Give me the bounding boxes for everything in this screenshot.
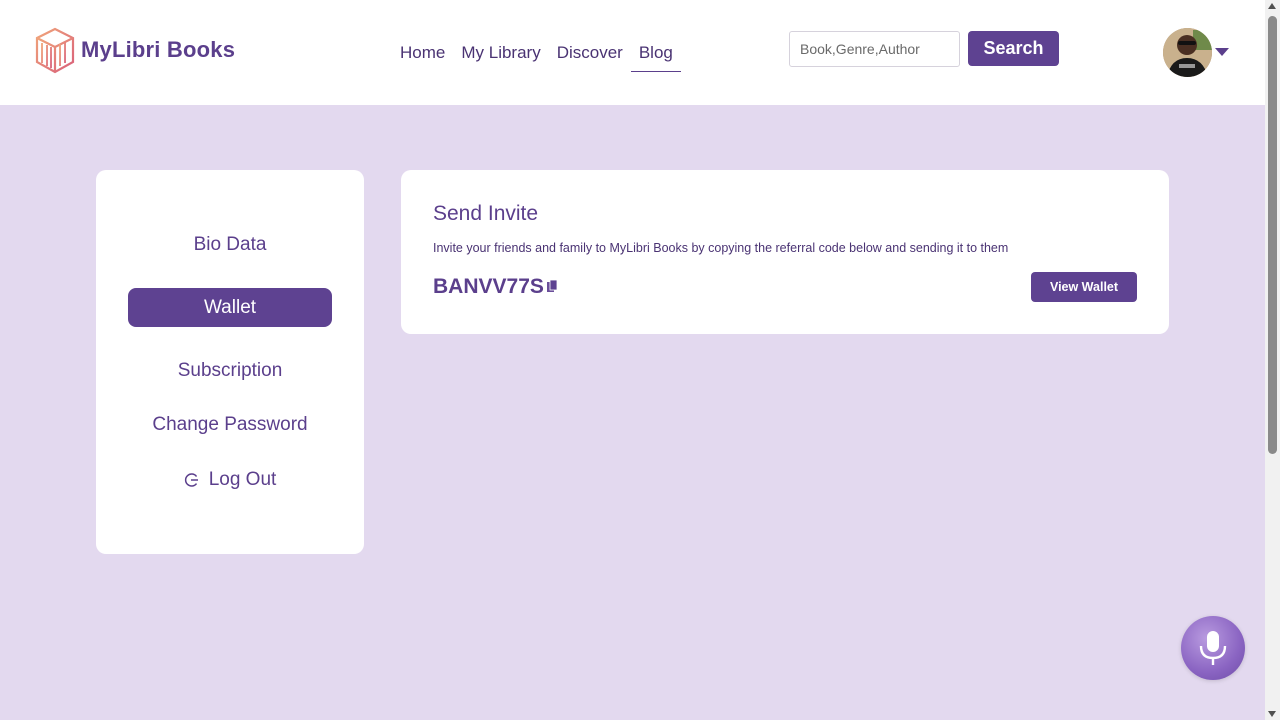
nav-discover[interactable]: Discover [549, 40, 631, 72]
sidebar-item-log-out[interactable]: Log Out [128, 460, 332, 499]
logout-icon [184, 472, 198, 487]
caret-down-icon[interactable] [1215, 48, 1229, 56]
nav-home[interactable]: Home [392, 40, 453, 72]
search-button[interactable]: Search [968, 31, 1059, 66]
voice-assistant-button[interactable] [1181, 616, 1245, 680]
sidebar-item-change-password[interactable]: Change Password [128, 405, 332, 444]
brand-logo[interactable]: MyLibri Books [33, 26, 235, 74]
nav-blog[interactable]: Blog [630, 40, 681, 72]
settings-sidebar: Bio Data Wallet Subscription Change Pass… [96, 170, 364, 554]
main-nav: Home My Library Discover Blog [392, 40, 681, 72]
sidebar-item-label: Log Out [208, 468, 277, 490]
scroll-up-arrow-icon[interactable] [1268, 3, 1276, 9]
search-input[interactable] [789, 31, 960, 67]
top-header: MyLibri Books Home My Library Discover B… [0, 0, 1265, 105]
sidebar-item-wallet[interactable]: Wallet [128, 288, 332, 327]
sidebar-item-bio-data[interactable]: Bio Data [128, 225, 332, 264]
sidebar-item-subscription[interactable]: Subscription [128, 351, 332, 390]
brand-name: MyLibri Books [81, 37, 236, 62]
sidebar-item-label: Bio Data [193, 233, 267, 255]
page-scrollbar[interactable] [1265, 0, 1280, 720]
microphone-icon [1199, 631, 1227, 665]
user-photo-icon [1163, 28, 1212, 77]
card-title: Send Invite [433, 202, 539, 225]
scroll-down-arrow-icon[interactable] [1268, 711, 1276, 717]
sidebar-item-label: Subscription [177, 359, 283, 381]
nav-my-library[interactable]: My Library [453, 40, 548, 72]
book-logo-icon [35, 27, 75, 74]
user-avatar[interactable] [1163, 28, 1212, 77]
referral-code-value: BANVV77S [433, 275, 544, 298]
sidebar-item-label: Change Password [152, 413, 308, 435]
send-invite-card: Send Invite Invite your friends and fami… [401, 170, 1169, 334]
sidebar-item-label: Wallet [203, 296, 257, 318]
invite-description: Invite your friends and family to MyLibr… [433, 241, 1009, 255]
copy-icon[interactable] [546, 280, 558, 294]
scroll-thumb[interactable] [1268, 16, 1277, 454]
view-wallet-button[interactable]: View Wallet [1031, 272, 1137, 302]
referral-code: BANVV77S [433, 275, 558, 299]
